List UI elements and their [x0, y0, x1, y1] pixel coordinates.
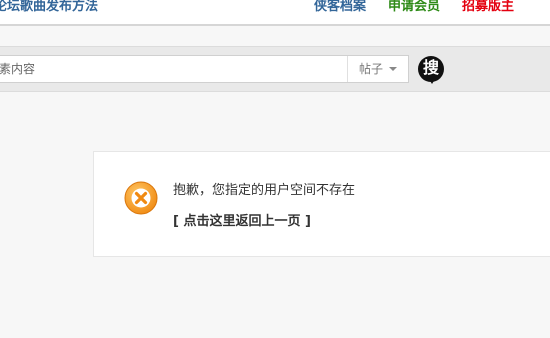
nav-link-song-guide[interactable]: 论坛歌曲发布方法 — [0, 0, 98, 14]
search-button-glyph: 搜 — [422, 58, 439, 77]
nav-link-recruit-moderator[interactable]: 招募版主 — [462, 0, 514, 14]
back-link[interactable]: [ 点击这里返回上一页 ] — [173, 210, 311, 229]
error-message: 抱歉，您指定的用户空间不存在 — [173, 183, 356, 198]
error-icon — [124, 181, 158, 215]
search-bar: 帖子 搜 — [0, 46, 550, 92]
search-type-label: 帖子 — [359, 62, 384, 76]
message-box: 抱歉，您指定的用户空间不存在 [ 点击这里返回上一页 ] — [93, 151, 550, 257]
page: 论坛歌曲发布方法 侠客档案 申请会员 招募版主 帖子 搜 — [0, 0, 550, 338]
search-input[interactable] — [0, 56, 347, 82]
nav-link-archive[interactable]: 侠客档案 — [314, 0, 366, 14]
search-box: 帖子 — [0, 55, 409, 83]
top-nav-bar: 论坛歌曲发布方法 侠客档案 申请会员 招募版主 — [0, 0, 550, 26]
spacer-band — [0, 26, 550, 46]
search-type-select[interactable]: 帖子 — [347, 56, 408, 82]
nav-link-apply-member[interactable]: 申请会员 — [388, 0, 440, 14]
search-button[interactable]: 搜 — [418, 56, 446, 84]
chevron-down-icon — [389, 67, 397, 71]
